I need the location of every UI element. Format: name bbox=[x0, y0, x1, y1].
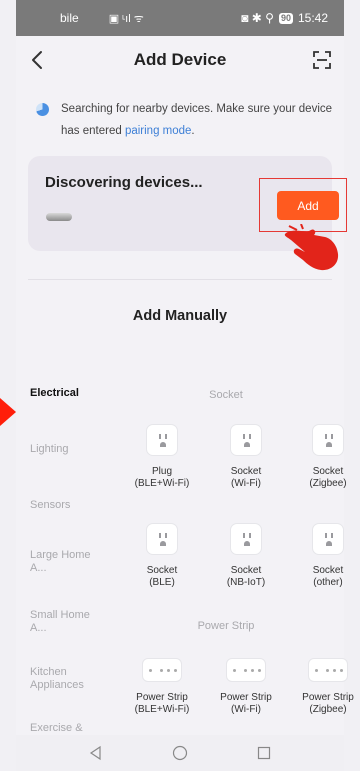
page-title: Add Device bbox=[133, 50, 227, 69]
device-tile-socket-ble[interactable]: Socket (BLE) bbox=[122, 523, 202, 589]
device-tile-plug-ble-wifi[interactable]: Plug (BLE+Wi-Fi) bbox=[122, 424, 202, 490]
status-time: 15:42 bbox=[297, 11, 328, 25]
scan-icon[interactable] bbox=[310, 48, 334, 72]
device-tile-socket-zigbee[interactable]: Socket (Zigbee) bbox=[288, 424, 360, 490]
socket-icon bbox=[230, 424, 262, 456]
device-tile-socket-other[interactable]: Socket (other) bbox=[288, 523, 360, 589]
pairing-mode-link[interactable]: pairing mode bbox=[125, 125, 191, 137]
category-sensors[interactable]: Sensors bbox=[30, 499, 100, 512]
device-tile-power-strip-ble-wifi[interactable]: Power Strip (BLE+Wi-Fi) bbox=[122, 658, 202, 716]
socket-icon bbox=[146, 523, 178, 555]
socket-icon bbox=[312, 424, 344, 456]
group-label-socket: Socket bbox=[209, 389, 243, 401]
device-name-line1: Power Strip bbox=[220, 692, 272, 703]
category-large-home-appliances[interactable]: Large Home A... bbox=[30, 549, 100, 575]
device-tile-power-strip-zigbee[interactable]: Power Strip (Zigbee) bbox=[288, 658, 360, 716]
device-name-line2: (NB-IoT) bbox=[226, 577, 266, 588]
arrow-marker bbox=[0, 398, 16, 426]
group-label-power-strip: Power Strip bbox=[197, 620, 255, 632]
device-name-line1: Socket bbox=[146, 565, 178, 576]
pointing-hand-icon bbox=[284, 224, 339, 271]
device-name: Socket (Zigbee) bbox=[288, 466, 360, 490]
add-button[interactable]: Add bbox=[277, 191, 339, 220]
device-name-line1: Socket bbox=[230, 565, 262, 576]
battery-icon: 90 bbox=[278, 12, 293, 24]
add-device-page: Add Device Searching for nearby devices.… bbox=[0, 36, 354, 771]
device-name-line2: (BLE+Wi-Fi) bbox=[134, 478, 190, 489]
power-strip-icon bbox=[308, 658, 348, 682]
device-name-line2: (BLE+Wi-Fi) bbox=[134, 704, 190, 715]
socket-icon bbox=[230, 523, 262, 555]
signal-wifi-icon: ▣ ᶫıl ᯤ bbox=[108, 12, 144, 25]
device-tile-socket-nb-iot[interactable]: Socket (NB-IoT) bbox=[206, 523, 286, 589]
device-name-line1: Socket bbox=[312, 466, 344, 477]
device-name-line2: (BLE) bbox=[149, 577, 175, 588]
circle-home-icon[interactable] bbox=[172, 745, 188, 761]
device-tile-socket-wifi[interactable]: Socket (Wi-Fi) bbox=[206, 424, 286, 490]
search-hint: Searching for nearby devices. Make sure … bbox=[32, 98, 336, 142]
section-divider bbox=[28, 279, 332, 280]
search-hint-text: Searching for nearby devices. Make sure … bbox=[61, 98, 336, 142]
device-name-line2: (other) bbox=[313, 577, 343, 588]
spinner-icon bbox=[36, 103, 49, 116]
device-tile-power-strip-wifi[interactable]: Power Strip (Wi-Fi) bbox=[206, 658, 286, 716]
power-strip-icon bbox=[142, 658, 182, 682]
device-name: Socket (Wi-Fi) bbox=[206, 466, 286, 490]
device-name-line2: (Wi-Fi) bbox=[231, 478, 261, 489]
discover-title: Discovering devices... bbox=[45, 174, 203, 191]
carrier-label: bile bbox=[60, 11, 79, 25]
category-kitchen-appliances[interactable]: Kitchen Appliances bbox=[30, 666, 100, 692]
device-name-line2: (Zigbee) bbox=[309, 704, 347, 715]
device-name-line1: Power Strip bbox=[302, 692, 354, 703]
category-electrical[interactable]: Electrical bbox=[30, 387, 100, 400]
chevron-left-icon[interactable] bbox=[26, 48, 50, 72]
search-hint-suffix: . bbox=[191, 125, 195, 137]
device-name: Power Strip (Zigbee) bbox=[288, 692, 360, 716]
status-bar: bile ▣ ᶫıl ᯤ ◙ ✱ ⚲ 90 15:42 bbox=[16, 0, 344, 36]
status-right: ◙ ✱ ⚲ 90 15:42 bbox=[241, 11, 328, 25]
system-nav-bar bbox=[16, 735, 344, 771]
app-header: Add Device bbox=[16, 36, 344, 84]
add-manually-title: Add Manually bbox=[132, 308, 228, 324]
status-left: bile ▣ ᶫıl ᯤ bbox=[60, 11, 144, 26]
device-name: Plug (BLE+Wi-Fi) bbox=[122, 466, 202, 490]
device-name-line1: Plug bbox=[151, 466, 172, 477]
power-strip-icon bbox=[226, 658, 266, 682]
device-name: Socket (NB-IoT) bbox=[206, 565, 286, 589]
square-recents-icon[interactable] bbox=[256, 745, 272, 761]
device-name-line2: (Wi-Fi) bbox=[231, 704, 261, 715]
device-thumbnail bbox=[46, 213, 72, 221]
socket-icon bbox=[146, 424, 178, 456]
category-small-home-appliances[interactable]: Small Home A... bbox=[30, 609, 100, 635]
device-name: Power Strip (Wi-Fi) bbox=[206, 692, 286, 716]
device-name: Socket (other) bbox=[288, 565, 360, 589]
device-name-line1: Power Strip bbox=[136, 692, 188, 703]
triangle-back-icon[interactable] bbox=[88, 745, 104, 761]
device-name-line1: Socket bbox=[312, 565, 344, 576]
search-hint-body: Searching for nearby devices. Make sure … bbox=[61, 103, 333, 137]
socket-icon bbox=[312, 523, 344, 555]
category-exercise[interactable]: Exercise & bbox=[30, 722, 100, 735]
device-name: Socket (BLE) bbox=[122, 565, 202, 589]
category-lighting[interactable]: Lighting bbox=[30, 443, 100, 456]
device-name: Power Strip (BLE+Wi-Fi) bbox=[122, 692, 202, 716]
device-name-line2: (Zigbee) bbox=[309, 478, 347, 489]
device-name-line1: Socket bbox=[230, 466, 262, 477]
status-system-icons: ◙ ✱ ⚲ bbox=[241, 11, 274, 25]
